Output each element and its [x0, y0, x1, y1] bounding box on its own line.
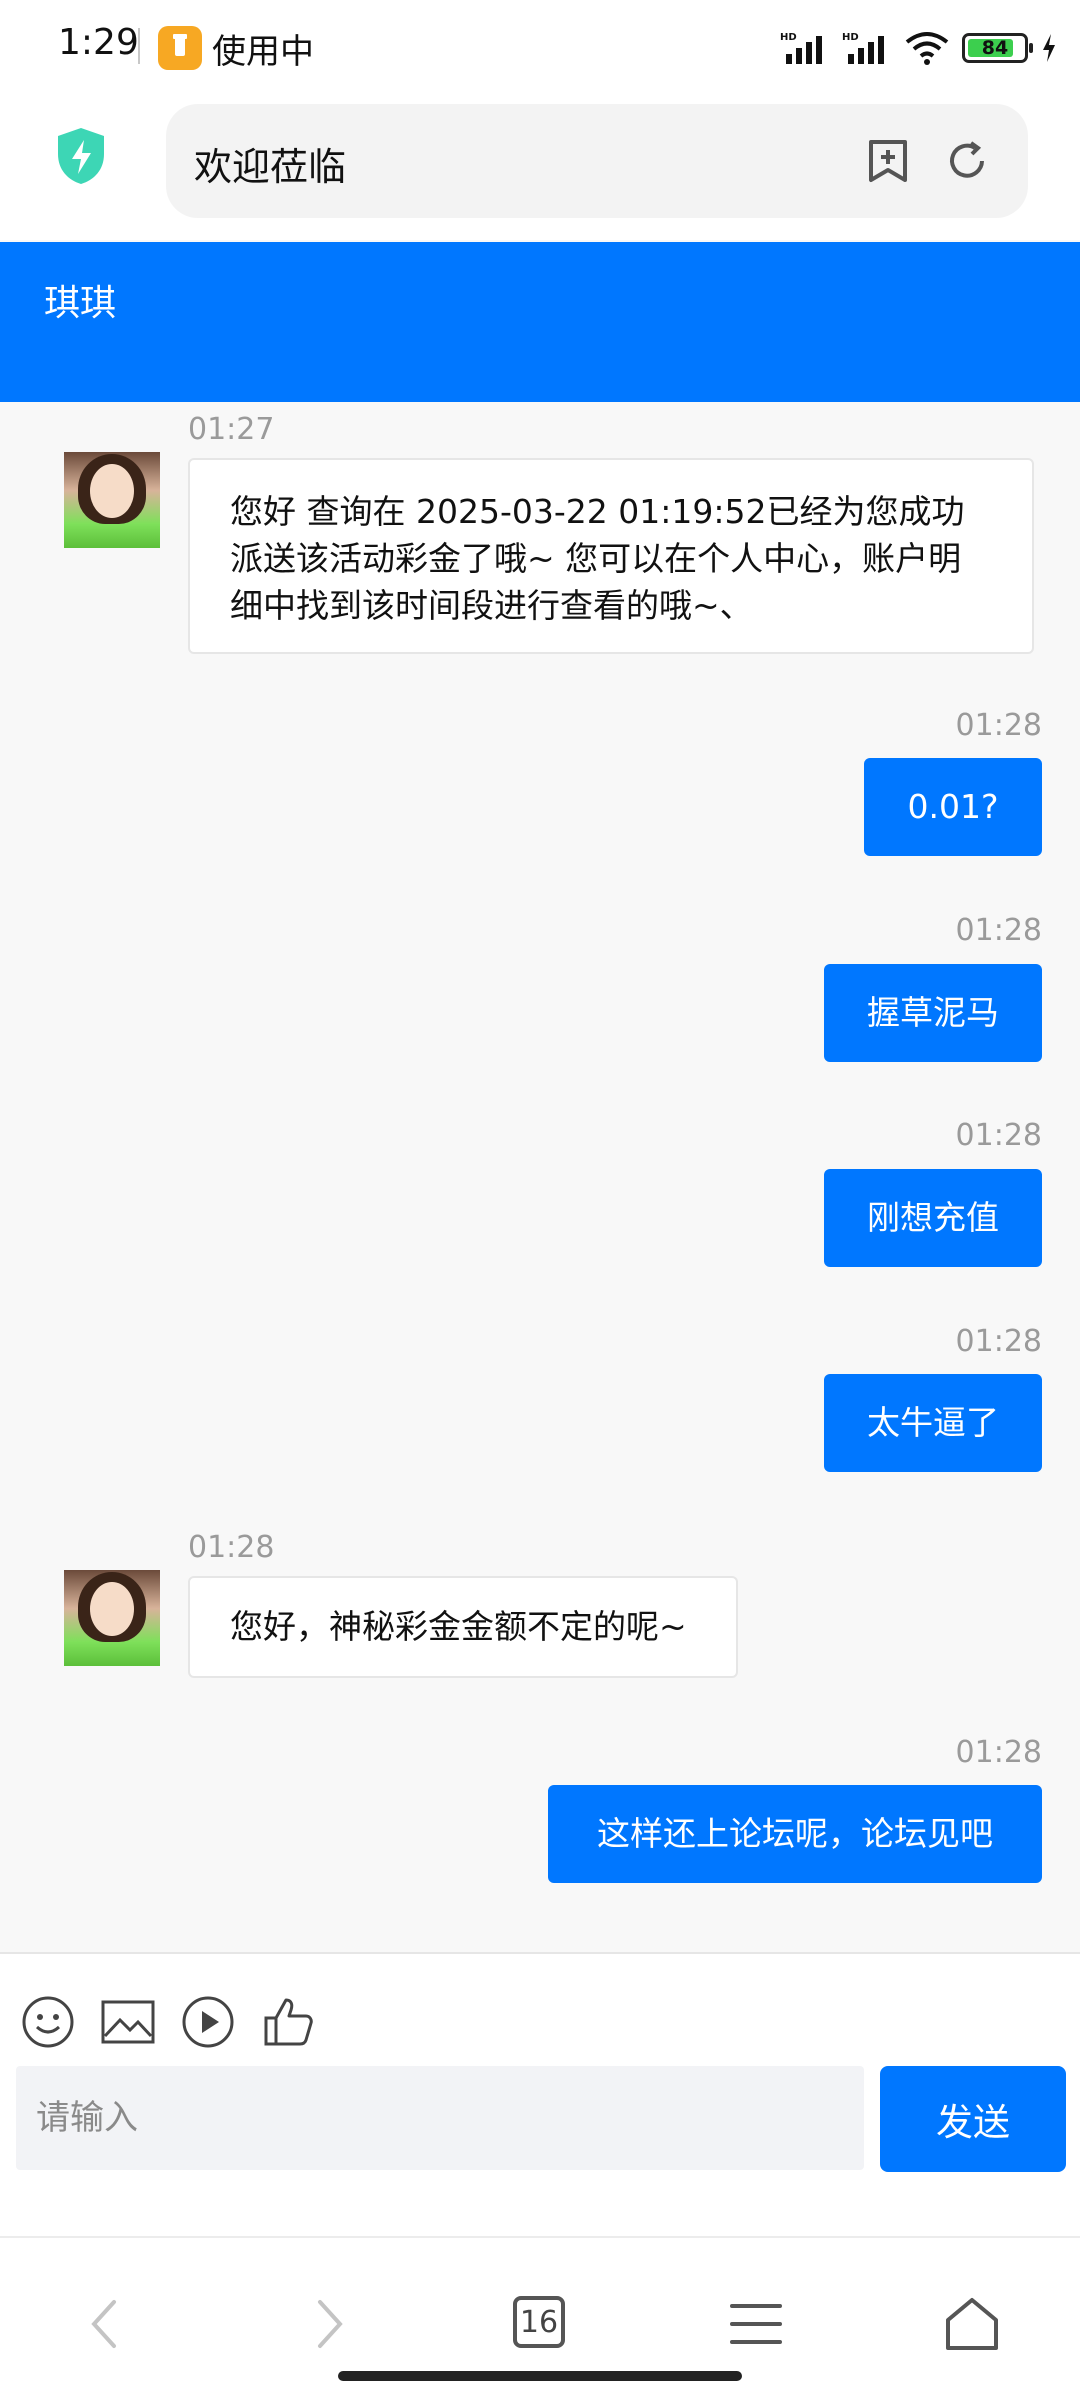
message-timestamp: 01:27: [188, 412, 275, 447]
status-app-label: 使用中: [212, 32, 314, 72]
battery-icon: 84: [962, 33, 1033, 63]
message-timestamp: 01:28: [955, 1324, 1042, 1359]
status-time: 1:29: [58, 22, 139, 63]
avatar[interactable]: [64, 452, 160, 548]
message-bubble: 您好，神秘彩金金额不定的呢~: [188, 1576, 738, 1678]
tabs-icon[interactable]: 16: [513, 2296, 565, 2348]
svg-text:HD: HD: [842, 32, 859, 43]
message-bubble: 握草泥马: [824, 964, 1042, 1062]
message-timestamp: 01:28: [955, 1118, 1042, 1153]
address-bar[interactable]: 欢迎莅临: [166, 104, 1028, 218]
home-indicator[interactable]: [338, 2371, 742, 2381]
video-icon[interactable]: [180, 1994, 236, 2050]
message-text-line: 您好 查询在 2025-03-22 01:19:52已经为您成功: [230, 492, 965, 531]
bookmark-add-icon[interactable]: [866, 138, 910, 184]
message-list[interactable]: 01:27 您好 查询在 2025-03-22 01:19:52已经为您成功 派…: [0, 402, 1080, 1952]
message-bubble: 太牛逼了: [824, 1374, 1042, 1472]
avatar[interactable]: [64, 1570, 160, 1666]
message-bubble: 您好 查询在 2025-03-22 01:19:52已经为您成功 派送该活动彩金…: [188, 458, 1034, 654]
forward-icon[interactable]: [298, 2294, 358, 2354]
message-timestamp: 01:28: [955, 708, 1042, 743]
reload-icon[interactable]: [944, 138, 990, 184]
menu-icon[interactable]: [726, 2294, 786, 2354]
send-button[interactable]: 发送: [880, 2066, 1066, 2172]
status-divider: [138, 28, 140, 64]
message-timestamp-partial: [960, 1940, 1042, 1952]
svg-text:HD: HD: [780, 32, 797, 43]
back-icon[interactable]: [76, 2294, 136, 2354]
hd-signal-icon: HD: [842, 32, 884, 64]
emoji-icon[interactable]: [20, 1994, 76, 2050]
message-timestamp: 01:28: [188, 1530, 275, 1565]
status-icons: HD HD 84: [780, 28, 1058, 68]
wifi-icon: [905, 32, 949, 65]
input-area: 发送: [0, 1952, 1080, 2236]
thumbs-up-icon[interactable]: [260, 1994, 316, 2050]
home-icon[interactable]: [942, 2294, 1002, 2354]
message-timestamp: 01:28: [955, 1735, 1042, 1770]
flashlight-app-icon: [158, 26, 202, 70]
address-text[interactable]: 欢迎莅临: [194, 136, 346, 191]
battery-level: 84: [981, 37, 1009, 59]
image-icon[interactable]: [100, 1994, 156, 2050]
charging-icon: [1043, 34, 1055, 62]
browser-toolbar: 欢迎莅临: [0, 96, 1080, 240]
chat-header: 琪琪: [0, 242, 1080, 402]
hd-signal-icon: HD: [780, 32, 822, 64]
message-text-line: 派送该活动彩金了哦~ 您可以在个人中心，账户明: [230, 539, 962, 578]
chat-title: 琪琪: [44, 283, 117, 324]
message-bubble: 0.01?: [864, 758, 1042, 856]
message-bubble: 刚想充值: [824, 1169, 1042, 1267]
message-item: 01:27 您好 查询在 2025-03-22 01:19:52已经为您成功 派…: [0, 402, 1080, 662]
message-input[interactable]: [16, 2066, 864, 2170]
shield-icon[interactable]: [54, 126, 108, 186]
message-text-line: 细中找到该时间段进行查看的哦~、: [230, 586, 753, 625]
message-bubble: 这样还上论坛呢，论坛见吧: [548, 1785, 1042, 1883]
status-bar: 1:29 使用中 HD HD 84: [0, 0, 1080, 96]
message-timestamp: 01:28: [955, 913, 1042, 948]
